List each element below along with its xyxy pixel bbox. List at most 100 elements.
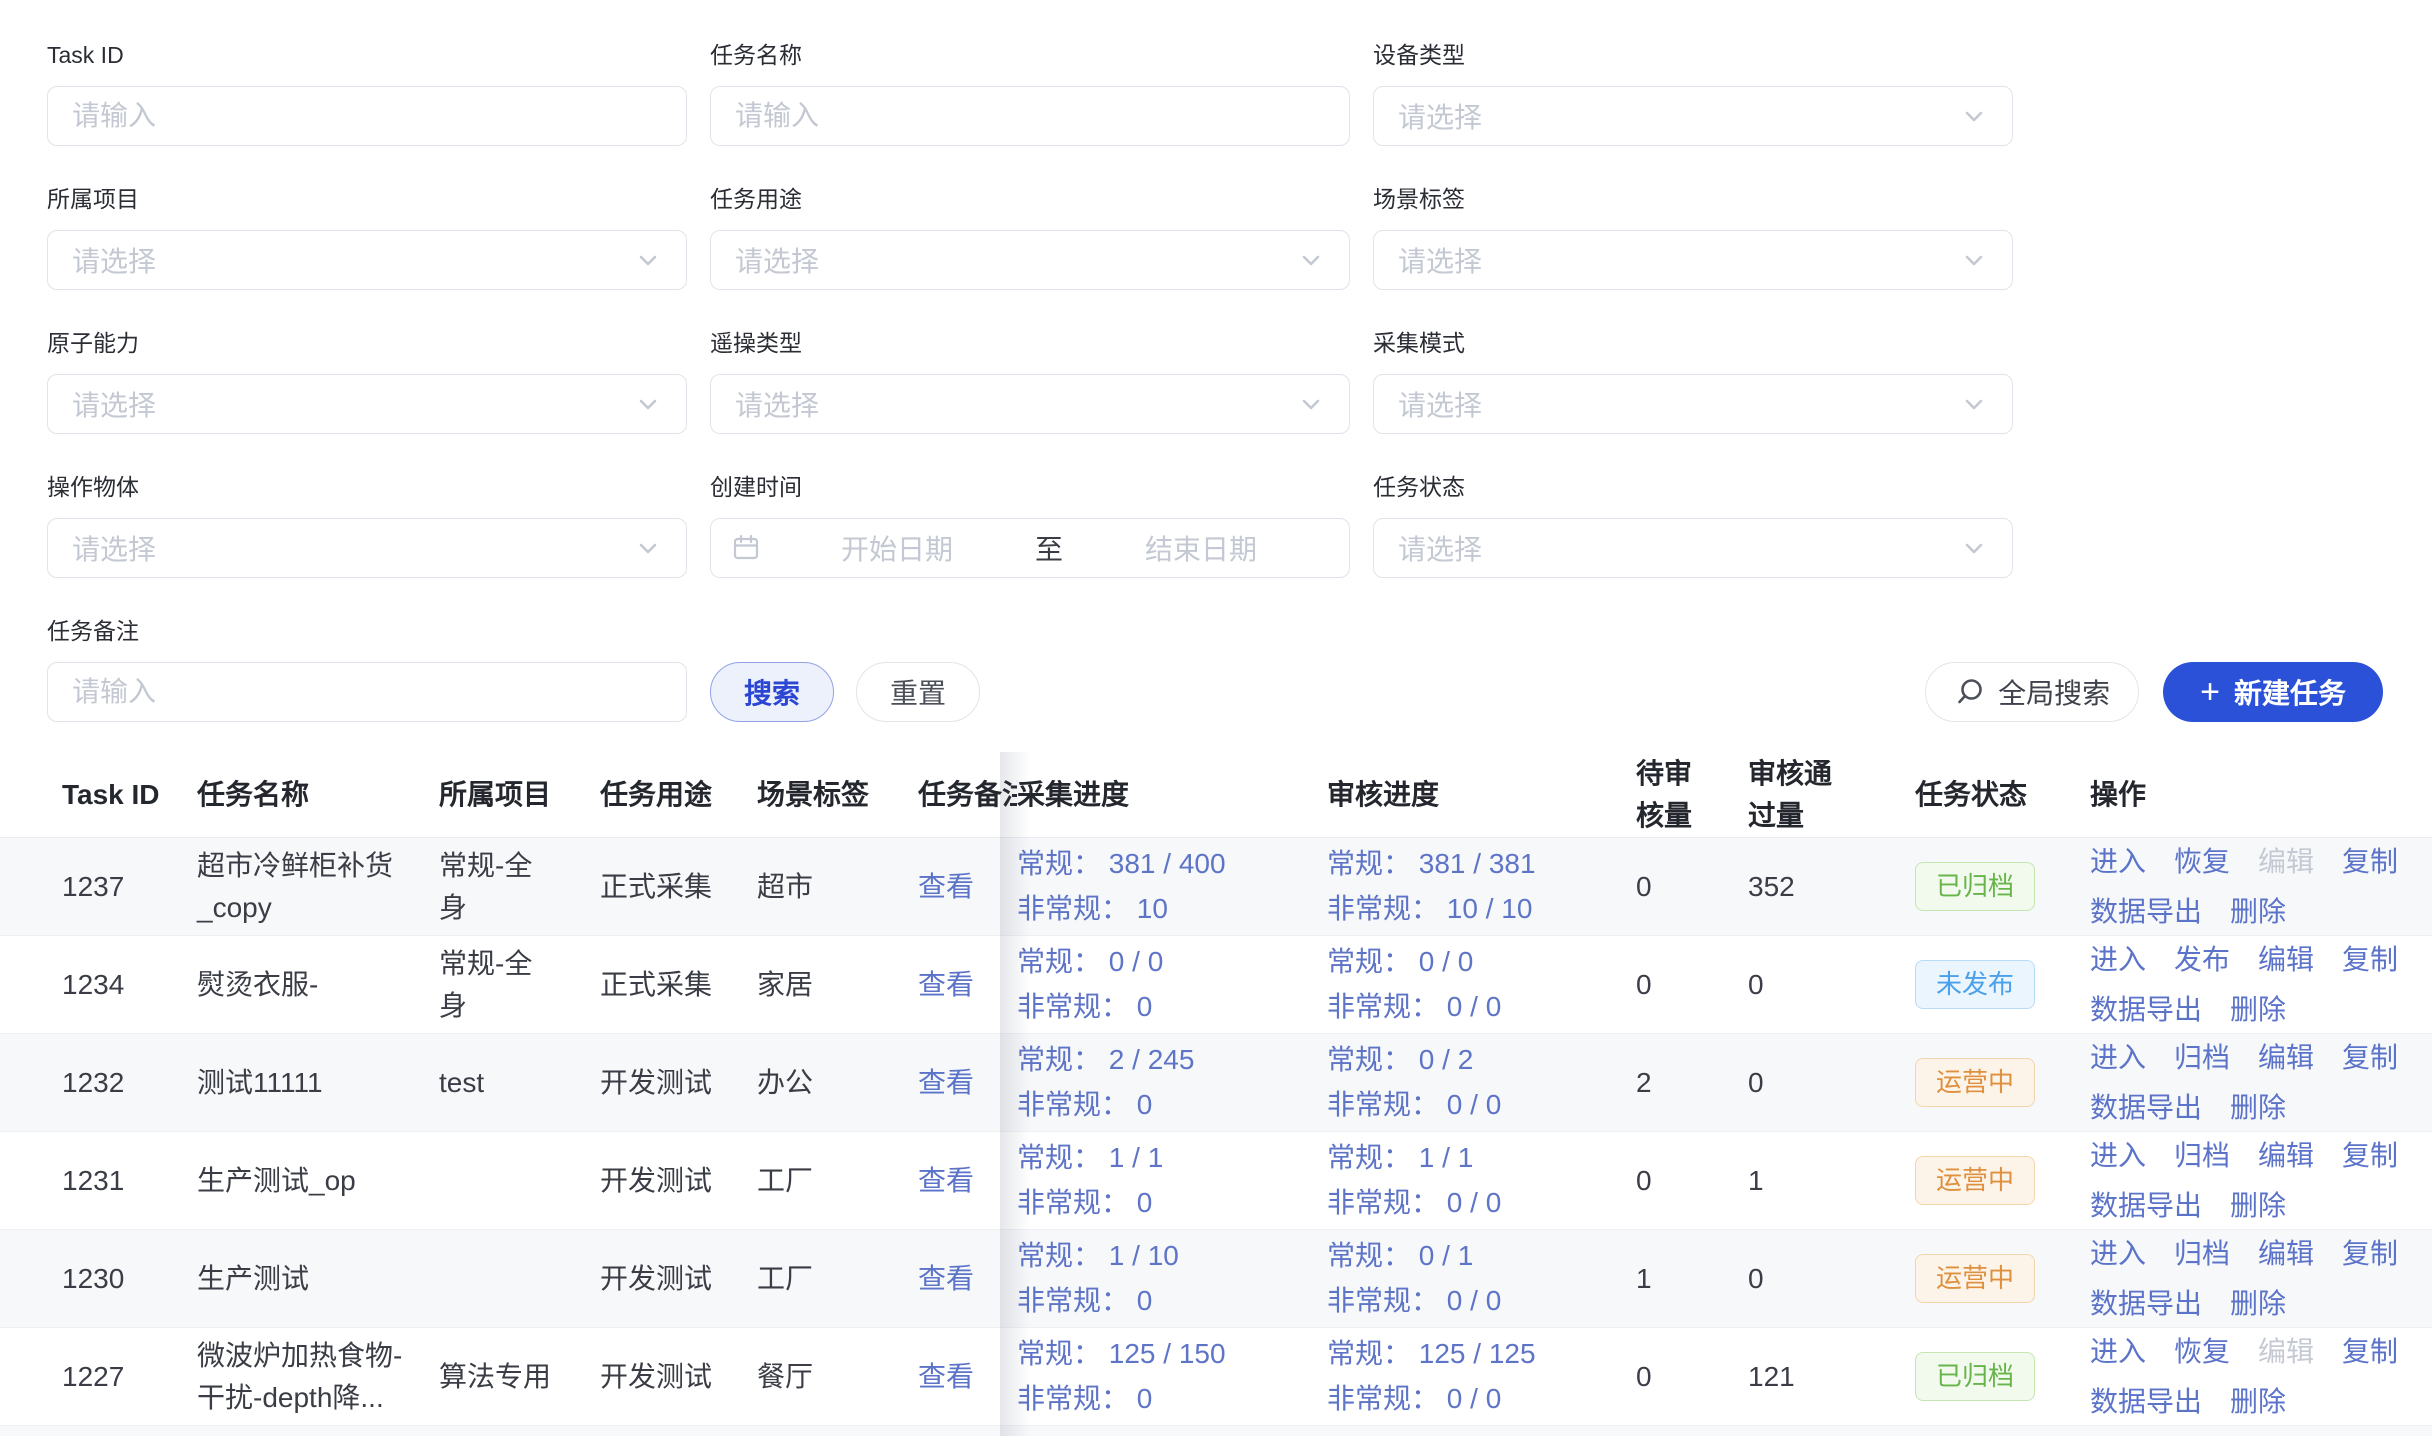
actions-list: 进入 发布 编辑 复制 数据导出 删除 [2090,939,2402,1031]
delete-action[interactable]: 删除 [2230,1087,2286,1129]
restore-action[interactable]: 恢复 [2174,841,2230,883]
filter-field-purpose: 任务用途 请选择 [710,182,1350,290]
chevron-down-icon [1960,390,1988,418]
collect-mode-select[interactable]: 请选择 [1373,374,2013,434]
create-time-range[interactable]: 开始日期 至 结束日期 [710,518,1350,578]
delete-action[interactable]: 删除 [2230,1185,2286,1227]
enter-action[interactable]: 进入 [2090,841,2146,883]
enter-action[interactable]: 进入 [2090,1331,2146,1373]
export-action[interactable]: 数据导出 [2090,1185,2202,1227]
cell-status: 运营中 [1915,1058,2090,1106]
edit-action[interactable]: 编辑 [2258,939,2314,981]
cell-task-name: 微波炉加热食物-干扰-depth降... [197,1335,439,1419]
enter-action[interactable]: 进入 [2090,939,2146,981]
field-label: 任务名称 [710,38,1350,72]
cell-purpose: 开发测试 [600,1356,757,1398]
select-placeholder: 请选择 [1398,528,1960,568]
export-action[interactable]: 数据导出 [2090,989,2202,1031]
enter-action[interactable]: 进入 [2090,1135,2146,1177]
delete-action[interactable]: 删除 [2230,891,2286,933]
cell-scene: 餐厅 [757,1356,918,1398]
enter-action[interactable]: 进入 [2090,1037,2146,1079]
cell-actions: 进入 恢复 编辑 复制 数据导出 删除 [2090,841,2432,933]
global-search-label: 全局搜索 [1998,672,2110,712]
export-action[interactable]: 数据导出 [2090,1381,2202,1423]
cell-task-id: 1232 [0,1062,197,1104]
delete-action[interactable]: 删除 [2230,989,2286,1031]
delete-action[interactable]: 删除 [2230,1283,2286,1325]
edit-action: 编辑 [2258,841,2314,883]
reset-button[interactable]: 重置 [856,662,980,722]
note-view-link[interactable]: 查看 [918,1356,1017,1398]
task-name-input[interactable] [710,86,1350,146]
new-task-button[interactable]: + 新建任务 [2163,662,2383,722]
archive-action[interactable]: 归档 [2174,1135,2230,1177]
chevron-down-icon [1297,246,1325,274]
edit-action[interactable]: 编辑 [2258,1037,2314,1079]
cell-review-progress: 常规： 0 / 2非常规： 0 / 0 [1327,1038,1636,1128]
note-view-link[interactable]: 查看 [918,1160,1017,1202]
atomic-ability-select[interactable]: 请选择 [47,374,687,434]
filter-field-project: 所属项目 请选择 [47,182,687,290]
edit-action[interactable]: 编辑 [2258,1135,2314,1177]
scene-tag-select[interactable]: 请选择 [1373,230,2013,290]
filter-field-task-name: 任务名称 [710,38,1350,146]
copy-action[interactable]: 复制 [2342,1037,2398,1079]
cell-pending-count: 0 [1636,866,1748,908]
cell-purpose: 正式采集 [600,866,757,908]
select-placeholder: 请选择 [72,240,634,280]
task-id-input[interactable] [47,86,687,146]
task-note-input[interactable] [47,662,687,722]
chevron-down-icon [634,246,662,274]
cell-actions: 进入 归档 编辑 复制 数据导出 删除 [2090,1037,2432,1129]
export-action[interactable]: 数据导出 [2090,1087,2202,1129]
task-status-select[interactable]: 请选择 [1373,518,2013,578]
global-search-button[interactable]: 全局搜索 [1925,662,2139,722]
select-placeholder: 请选择 [72,528,634,568]
cell-pending-count: 0 [1636,1160,1748,1202]
note-view-link[interactable]: 查看 [918,1062,1017,1104]
delete-action[interactable]: 删除 [2230,1381,2286,1423]
filter-field-task-status: 任务状态 请选择 [1373,470,2013,578]
publish-action[interactable]: 发布 [2174,939,2230,981]
export-action[interactable]: 数据导出 [2090,1283,2202,1325]
edit-action[interactable]: 编辑 [2258,1233,2314,1275]
cell-collect-progress: 常规： 1 / 1非常规： 0 [1017,1136,1327,1226]
archive-action[interactable]: 归档 [2174,1233,2230,1275]
actions-list: 进入 恢复 编辑 复制 数据导出 删除 [2090,841,2402,933]
note-view-link[interactable]: 查看 [918,964,1017,1006]
teleop-type-select[interactable]: 请选择 [710,374,1350,434]
cell-pending-count: 0 [1636,964,1748,1006]
restore-action[interactable]: 恢复 [2174,1331,2230,1373]
project-select[interactable]: 请选择 [47,230,687,290]
device-type-select[interactable]: 请选择 [1373,86,2013,146]
select-placeholder: 请选择 [72,384,634,424]
copy-action[interactable]: 复制 [2342,939,2398,981]
purpose-select[interactable]: 请选择 [710,230,1350,290]
cell-task-id: 1237 [0,866,197,908]
search-button[interactable]: 搜索 [710,662,834,722]
operate-object-select[interactable]: 请选择 [47,518,687,578]
cell-task-id: 1230 [0,1258,197,1300]
plus-icon: + [2200,675,2220,709]
copy-action[interactable]: 复制 [2342,1135,2398,1177]
filter-field-atomic-ability: 原子能力 请选择 [47,326,687,434]
select-placeholder: 请选择 [1398,240,1960,280]
cell-scene: 工厂 [757,1258,918,1300]
copy-action[interactable]: 复制 [2342,841,2398,883]
select-placeholder: 请选择 [735,240,1297,280]
cell-scene: 家居 [757,964,918,1006]
cell-project: test [439,1062,600,1104]
cell-status: 运营中 [1915,1156,2090,1204]
cell-project: 算法专用 [439,1356,600,1398]
enter-action[interactable]: 进入 [2090,1233,2146,1275]
filter-field-teleop-type: 遥操类型 请选择 [710,326,1350,434]
archive-action[interactable]: 归档 [2174,1037,2230,1079]
note-view-link[interactable]: 查看 [918,866,1017,908]
cell-actions: 进入 恢复 编辑 复制 数据导出 删除 [2090,1331,2432,1423]
export-action[interactable]: 数据导出 [2090,891,2202,933]
filter-form-grid: Task ID 任务名称 设备类型 请选择 所属项目 请选择 任务用途 请选择 [47,38,2432,578]
copy-action[interactable]: 复制 [2342,1331,2398,1373]
copy-action[interactable]: 复制 [2342,1233,2398,1275]
note-view-link[interactable]: 查看 [918,1258,1017,1300]
